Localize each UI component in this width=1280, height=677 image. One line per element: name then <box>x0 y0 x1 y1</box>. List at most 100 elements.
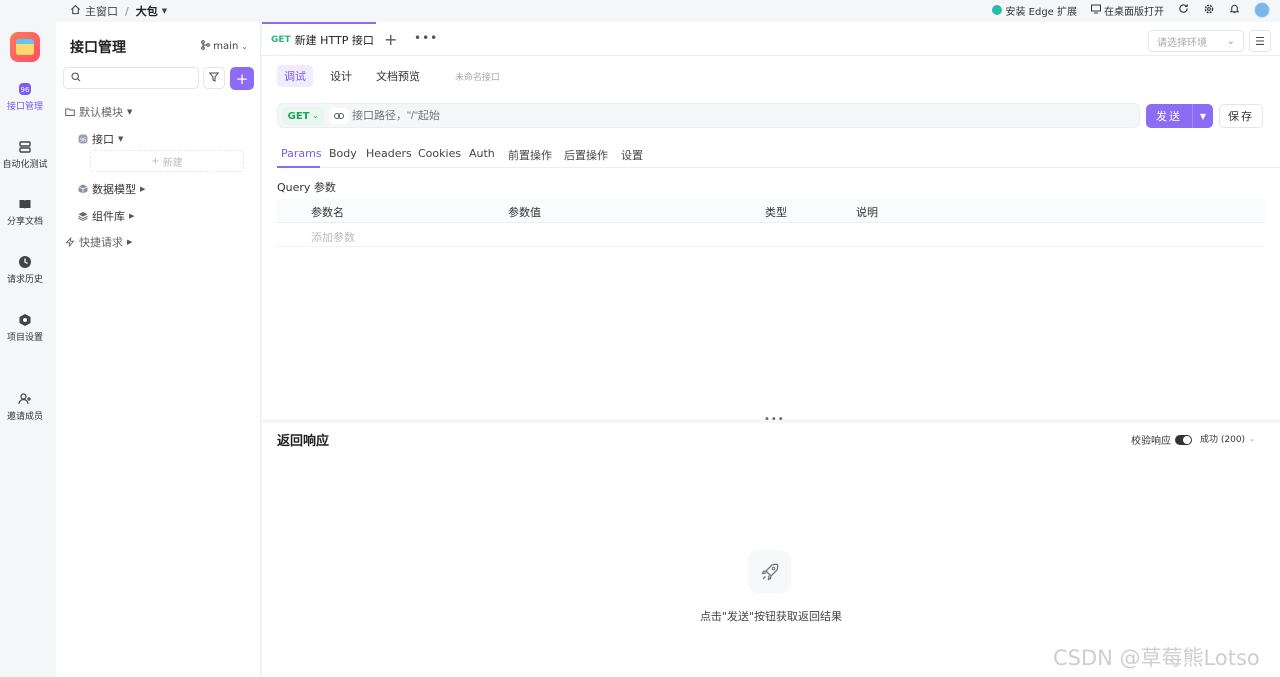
caret-right-icon: ▶ <box>129 212 135 220</box>
subtab-params[interactable]: Params <box>281 147 322 160</box>
api-name-input[interactable]: 未命名接口 <box>455 70 500 83</box>
rail-item-automation-test[interactable]: 自动化测试 <box>0 140 50 170</box>
url-input[interactable] <box>352 107 1112 125</box>
col-param-name: 参数名 <box>311 206 344 219</box>
settings-hex-icon <box>18 313 32 327</box>
new-tab-button[interactable]: + <box>384 30 397 49</box>
link-icon[interactable] <box>329 108 349 124</box>
subtab-settings[interactable]: 设置 <box>621 147 643 163</box>
rail-item-project-settings[interactable]: 项目设置 <box>0 313 50 343</box>
chevron-down-icon: ⌄ <box>1226 35 1235 47</box>
bell-icon[interactable] <box>1229 3 1240 17</box>
url-bar: GET ⌄ <box>277 103 1140 128</box>
more-icon[interactable]: ••• <box>414 31 438 45</box>
api-icon: 96 <box>78 134 88 144</box>
app-logo[interactable] <box>10 32 40 62</box>
tree-data-model[interactable]: 数据模型 ▶ <box>78 181 145 197</box>
caret-down-icon: ▼ <box>127 108 133 116</box>
chevron-down-icon[interactable]: ▼ <box>1192 104 1213 128</box>
query-params-label: Query 参数 <box>277 181 336 194</box>
plus-icon: + <box>235 69 249 88</box>
home-icon[interactable] <box>70 4 81 18</box>
clock-icon <box>18 255 32 269</box>
search-box <box>63 67 199 89</box>
subtab-auth[interactable]: Auth <box>469 147 495 160</box>
desktop-icon <box>1091 4 1101 17</box>
user-add-icon <box>18 392 32 406</box>
sidebar: 接口管理 main ⌄ + 默认模块 ▼ 96 接口 ▼ + 新建 数据模型 ▶… <box>56 22 261 677</box>
col-param-type: 类型 <box>765 206 787 219</box>
tree-api[interactable]: 96 接口 ▼ <box>78 131 123 147</box>
branch-selector[interactable]: main ⌄ <box>201 40 248 53</box>
rail-item-api-management[interactable]: 96 接口管理 <box>0 82 50 112</box>
cube-icon <box>78 184 88 194</box>
breadcrumb-current[interactable]: 大包 <box>136 3 158 19</box>
environment-menu-button[interactable]: ☰ <box>1249 30 1271 52</box>
mode-tabs: 调试 设计 文档预览 未命名接口 <box>277 65 500 87</box>
tab-method: GET <box>271 35 291 45</box>
open-in-desktop[interactable]: 在桌面版打开 <box>1091 3 1164 18</box>
search-icon <box>71 72 81 85</box>
mode-doc-preview[interactable]: 文档预览 <box>369 65 427 87</box>
col-param-desc: 说明 <box>856 206 878 219</box>
subtab-pre-processors[interactable]: 前置操作 <box>508 147 552 163</box>
method-select[interactable]: GET ⌄ <box>282 107 324 125</box>
mode-debug[interactable]: 调试 <box>277 65 313 87</box>
caret-right-icon: ▶ <box>127 238 133 246</box>
svg-text:96: 96 <box>80 137 86 143</box>
rail-item-request-history[interactable]: 请求历史 <box>0 255 50 285</box>
response-status-select[interactable]: 成功 (200) ⌄ <box>1200 432 1255 446</box>
layers-icon <box>18 140 32 154</box>
breadcrumb: 主窗口 / 大包 ▼ <box>70 3 167 19</box>
tab-new-http-api[interactable]: GET 新建 HTTP 接口 <box>262 22 376 56</box>
environment-select[interactable]: 请选择环境 ⌄ <box>1148 30 1244 52</box>
install-edge-extension[interactable]: 安装 Edge 扩展 <box>992 3 1077 18</box>
empty-response-hint: 点击"发送"按钮获取返回结果 <box>699 610 843 623</box>
rocket-icon <box>748 550 791 593</box>
stack-icon <box>78 211 88 221</box>
add-param-input[interactable]: 添加参数 <box>311 229 355 245</box>
avatar[interactable] <box>1254 2 1270 18</box>
chevron-down-icon: ⌄ <box>241 42 248 51</box>
chevron-down-icon: ⌄ <box>1249 434 1255 443</box>
drag-handle-icon[interactable]: ••• <box>764 414 785 425</box>
params-table-header: 参数名 参数值 类型 说明 <box>277 199 1265 223</box>
new-api-button[interactable]: + 新建 <box>90 150 244 172</box>
filter-button[interactable] <box>203 67 225 89</box>
book-icon <box>18 197 32 211</box>
caret-down-icon[interactable]: ▼ <box>162 7 167 15</box>
tab-bar: GET 新建 HTTP 接口 + ••• 请选择环境 ⌄ ☰ <box>262 22 1280 56</box>
subtab-body[interactable]: Body <box>329 147 357 160</box>
subtab-post-processors[interactable]: 后置操作 <box>564 147 608 163</box>
tree-components[interactable]: 组件库 ▶ <box>78 208 134 224</box>
send-button[interactable]: 发送 ▼ <box>1146 104 1213 128</box>
sidebar-title: 接口管理 <box>70 40 126 56</box>
caret-down-icon: ▼ <box>118 135 124 143</box>
tree-default-module[interactable]: 默认模块 ▼ <box>65 104 132 120</box>
lightning-icon <box>65 237 75 247</box>
verify-response-toggle[interactable]: 校验响应 <box>1131 432 1192 447</box>
breadcrumb-separator: / <box>125 4 129 18</box>
breadcrumb-home[interactable]: 主窗口 <box>85 3 118 19</box>
folder-icon <box>65 107 75 117</box>
rail-item-share-docs[interactable]: 分享文档 <box>0 197 50 227</box>
mode-design[interactable]: 设计 <box>323 65 359 87</box>
gear-icon[interactable] <box>1203 3 1215 18</box>
menu-icon: ☰ <box>1255 34 1265 48</box>
col-param-value: 参数值 <box>508 206 541 219</box>
rail-item-invite-members[interactable]: 邀请成员 <box>0 392 50 422</box>
subtab-headers[interactable]: Headers <box>366 147 412 160</box>
api-icon: 96 <box>18 82 32 96</box>
search-input[interactable] <box>64 68 198 88</box>
subtab-cookies[interactable]: Cookies <box>418 147 461 160</box>
add-button[interactable]: + <box>230 67 254 90</box>
params-table: 参数名 参数值 类型 说明 添加参数 <box>277 199 1265 247</box>
toggle-switch[interactable] <box>1175 434 1192 445</box>
refresh-icon[interactable] <box>1178 3 1189 17</box>
table-row[interactable]: 添加参数 <box>277 223 1265 247</box>
tree-quick-request[interactable]: 快捷请求 ▶ <box>65 234 132 250</box>
save-button[interactable]: 保存 <box>1219 104 1263 128</box>
response-title: 返回响应 <box>277 434 330 449</box>
main-panel: GET 新建 HTTP 接口 + ••• 请选择环境 ⌄ ☰ 调试 设计 文档预… <box>262 22 1280 677</box>
left-rail: 96 接口管理 自动化测试 分享文档 请求历史 项目设置 邀请成员 <box>0 22 56 677</box>
